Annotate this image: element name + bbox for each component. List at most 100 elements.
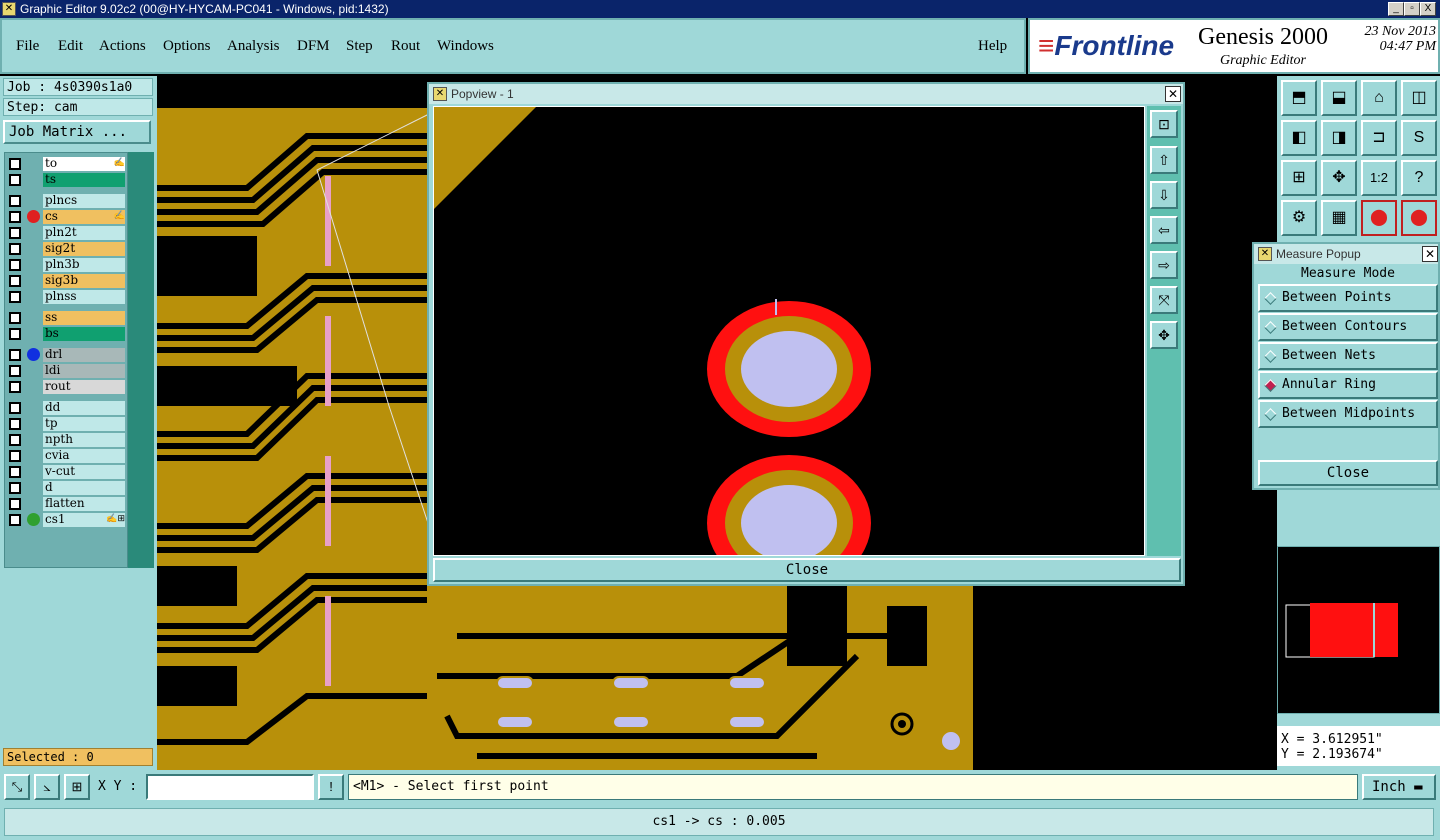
- s-curve-icon[interactable]: S: [1401, 120, 1437, 156]
- layer-row-ldi[interactable]: ldi: [7, 364, 127, 378]
- menu-dfm[interactable]: DFM: [297, 38, 330, 55]
- layer-name[interactable]: to: [43, 157, 125, 171]
- menu-help[interactable]: Help: [978, 38, 1007, 55]
- layer-row-to[interactable]: to ✍: [7, 157, 127, 171]
- settings-icon[interactable]: ⚙: [1281, 200, 1317, 236]
- layer-name[interactable]: dd: [43, 401, 125, 415]
- pan-down-icon[interactable]: ⬓: [1321, 80, 1357, 116]
- zoom-fit-icon[interactable]: ⊡: [1150, 110, 1178, 138]
- menu-windows[interactable]: Windows: [437, 38, 494, 55]
- minimize-button[interactable]: _: [1388, 2, 1404, 16]
- layer-row-pln2t[interactable]: pln2t: [7, 226, 127, 240]
- grid-mode-icon[interactable]: ⊞: [64, 774, 90, 800]
- measure-option-between-nets[interactable]: Between Nets: [1258, 342, 1438, 370]
- layer-row-rout[interactable]: rout: [7, 380, 127, 394]
- layer-checkbox[interactable]: [9, 381, 21, 393]
- layer-row-ts[interactable]: ts: [7, 173, 127, 187]
- measure-close-button[interactable]: Close: [1258, 460, 1438, 486]
- measure-option-between-contours[interactable]: Between Contours: [1258, 313, 1438, 341]
- layer-checkbox[interactable]: [9, 498, 21, 510]
- layer-checkbox[interactable]: [9, 418, 21, 430]
- snap-icon[interactable]: ⊐: [1361, 120, 1397, 156]
- popview-close-button[interactable]: Close: [433, 558, 1181, 582]
- scale-1-2-icon[interactable]: 1:2: [1361, 160, 1397, 196]
- layer-name[interactable]: ldi: [43, 364, 125, 378]
- layer-row-npth[interactable]: npth: [7, 433, 127, 447]
- angle-mode-icon[interactable]: ⦣: [34, 774, 60, 800]
- layer-row-cvia[interactable]: cvia: [7, 449, 127, 463]
- layer-checkbox[interactable]: [9, 195, 21, 207]
- units-select[interactable]: Inch ▬: [1362, 774, 1436, 800]
- split-view-icon[interactable]: ◫: [1401, 80, 1437, 116]
- maximize-button[interactable]: ▫: [1404, 2, 1420, 16]
- close-window-button[interactable]: X: [1420, 2, 1436, 16]
- layer-row-plncs[interactable]: plncs: [7, 194, 127, 208]
- menu-step[interactable]: Step: [346, 38, 373, 55]
- measure-option-between-midpoints[interactable]: Between Midpoints: [1258, 400, 1438, 428]
- menu-options[interactable]: Options: [163, 38, 211, 55]
- layer-checkbox[interactable]: [9, 514, 21, 526]
- zoom-in-icon[interactable]: ⤧: [1150, 286, 1178, 314]
- layer-checkbox[interactable]: [9, 243, 21, 255]
- layer-row-flatten[interactable]: flatten: [7, 497, 127, 511]
- menu-file[interactable]: File: [16, 38, 39, 55]
- measure-close-icon[interactable]: ✕: [1422, 246, 1438, 262]
- menu-edit[interactable]: Edit: [58, 38, 83, 55]
- measure-option-between-points[interactable]: Between Points: [1258, 284, 1438, 312]
- layer-name[interactable]: tp: [43, 417, 125, 431]
- xy-input[interactable]: [146, 774, 314, 800]
- zoom-out-icon[interactable]: ✥: [1321, 160, 1357, 196]
- pan-left-icon[interactable]: ⇦: [1150, 216, 1178, 244]
- layer-name[interactable]: cs: [43, 210, 125, 224]
- layer-row-d[interactable]: d: [7, 481, 127, 495]
- layer-checkbox[interactable]: [9, 227, 21, 239]
- pan-down-icon[interactable]: ⇩: [1150, 181, 1178, 209]
- layer-name[interactable]: sig3b: [43, 274, 125, 288]
- grid-icon[interactable]: ▦: [1321, 200, 1357, 236]
- layer-name[interactable]: npth: [43, 433, 125, 447]
- layer-checkbox[interactable]: [9, 434, 21, 446]
- layer-row-cs[interactable]: cs ✍: [7, 210, 127, 224]
- layer-name[interactable]: cvia: [43, 449, 125, 463]
- layer-row-tp[interactable]: tp: [7, 417, 127, 431]
- snap-mode-icon[interactable]: ⤡: [4, 774, 30, 800]
- layer-row-sig3b[interactable]: sig3b: [7, 274, 127, 288]
- pan-right-icon[interactable]: ⇨: [1150, 251, 1178, 279]
- layer-name[interactable]: drl: [43, 348, 125, 362]
- layer-name[interactable]: bs: [43, 327, 125, 341]
- help-icon[interactable]: ?: [1401, 160, 1437, 196]
- layer-name[interactable]: pln2t: [43, 226, 125, 240]
- pan-left-icon[interactable]: ◧: [1281, 120, 1317, 156]
- overview-map[interactable]: [1277, 546, 1440, 714]
- layer-checkbox[interactable]: [9, 466, 21, 478]
- layer-checkbox[interactable]: [9, 482, 21, 494]
- layer-row-plnss[interactable]: plnss: [7, 290, 127, 304]
- layer-checkbox[interactable]: [9, 349, 21, 361]
- layer-checkbox[interactable]: [9, 328, 21, 340]
- layer-checkbox[interactable]: [9, 402, 21, 414]
- pan-up-icon[interactable]: ⇧: [1150, 146, 1178, 174]
- layer-checkbox[interactable]: [9, 365, 21, 377]
- alert-icon[interactable]: !: [318, 774, 344, 800]
- pan-right-icon[interactable]: ◨: [1321, 120, 1357, 156]
- layer-row-ss[interactable]: ss: [7, 311, 127, 325]
- layer-name[interactable]: sig2t: [43, 242, 125, 256]
- layer-checkbox[interactable]: [9, 211, 21, 223]
- layer-row-v-cut[interactable]: v-cut: [7, 465, 127, 479]
- job-matrix-button[interactable]: Job Matrix ...: [3, 120, 151, 144]
- menu-analysis[interactable]: Analysis: [227, 38, 280, 55]
- menu-rout[interactable]: Rout: [391, 38, 420, 55]
- layer-name[interactable]: v-cut: [43, 465, 125, 479]
- layer-row-dd[interactable]: dd: [7, 401, 127, 415]
- layer-row-sig2t[interactable]: sig2t: [7, 242, 127, 256]
- popview-close-icon[interactable]: ✕: [1165, 86, 1181, 102]
- layer-row-drl[interactable]: drl: [7, 348, 127, 362]
- layer-checkbox[interactable]: [9, 158, 21, 170]
- measure-option-annular-ring[interactable]: Annular Ring: [1258, 371, 1438, 399]
- zoom-out-icon[interactable]: ✥: [1150, 321, 1178, 349]
- layer-name[interactable]: plncs: [43, 194, 125, 208]
- zoom-in-icon[interactable]: ⊞: [1281, 160, 1317, 196]
- layer-name[interactable]: plnss: [43, 290, 125, 304]
- layer-red-2-icon[interactable]: ⬤: [1401, 200, 1437, 236]
- home-icon[interactable]: ⌂: [1361, 80, 1397, 116]
